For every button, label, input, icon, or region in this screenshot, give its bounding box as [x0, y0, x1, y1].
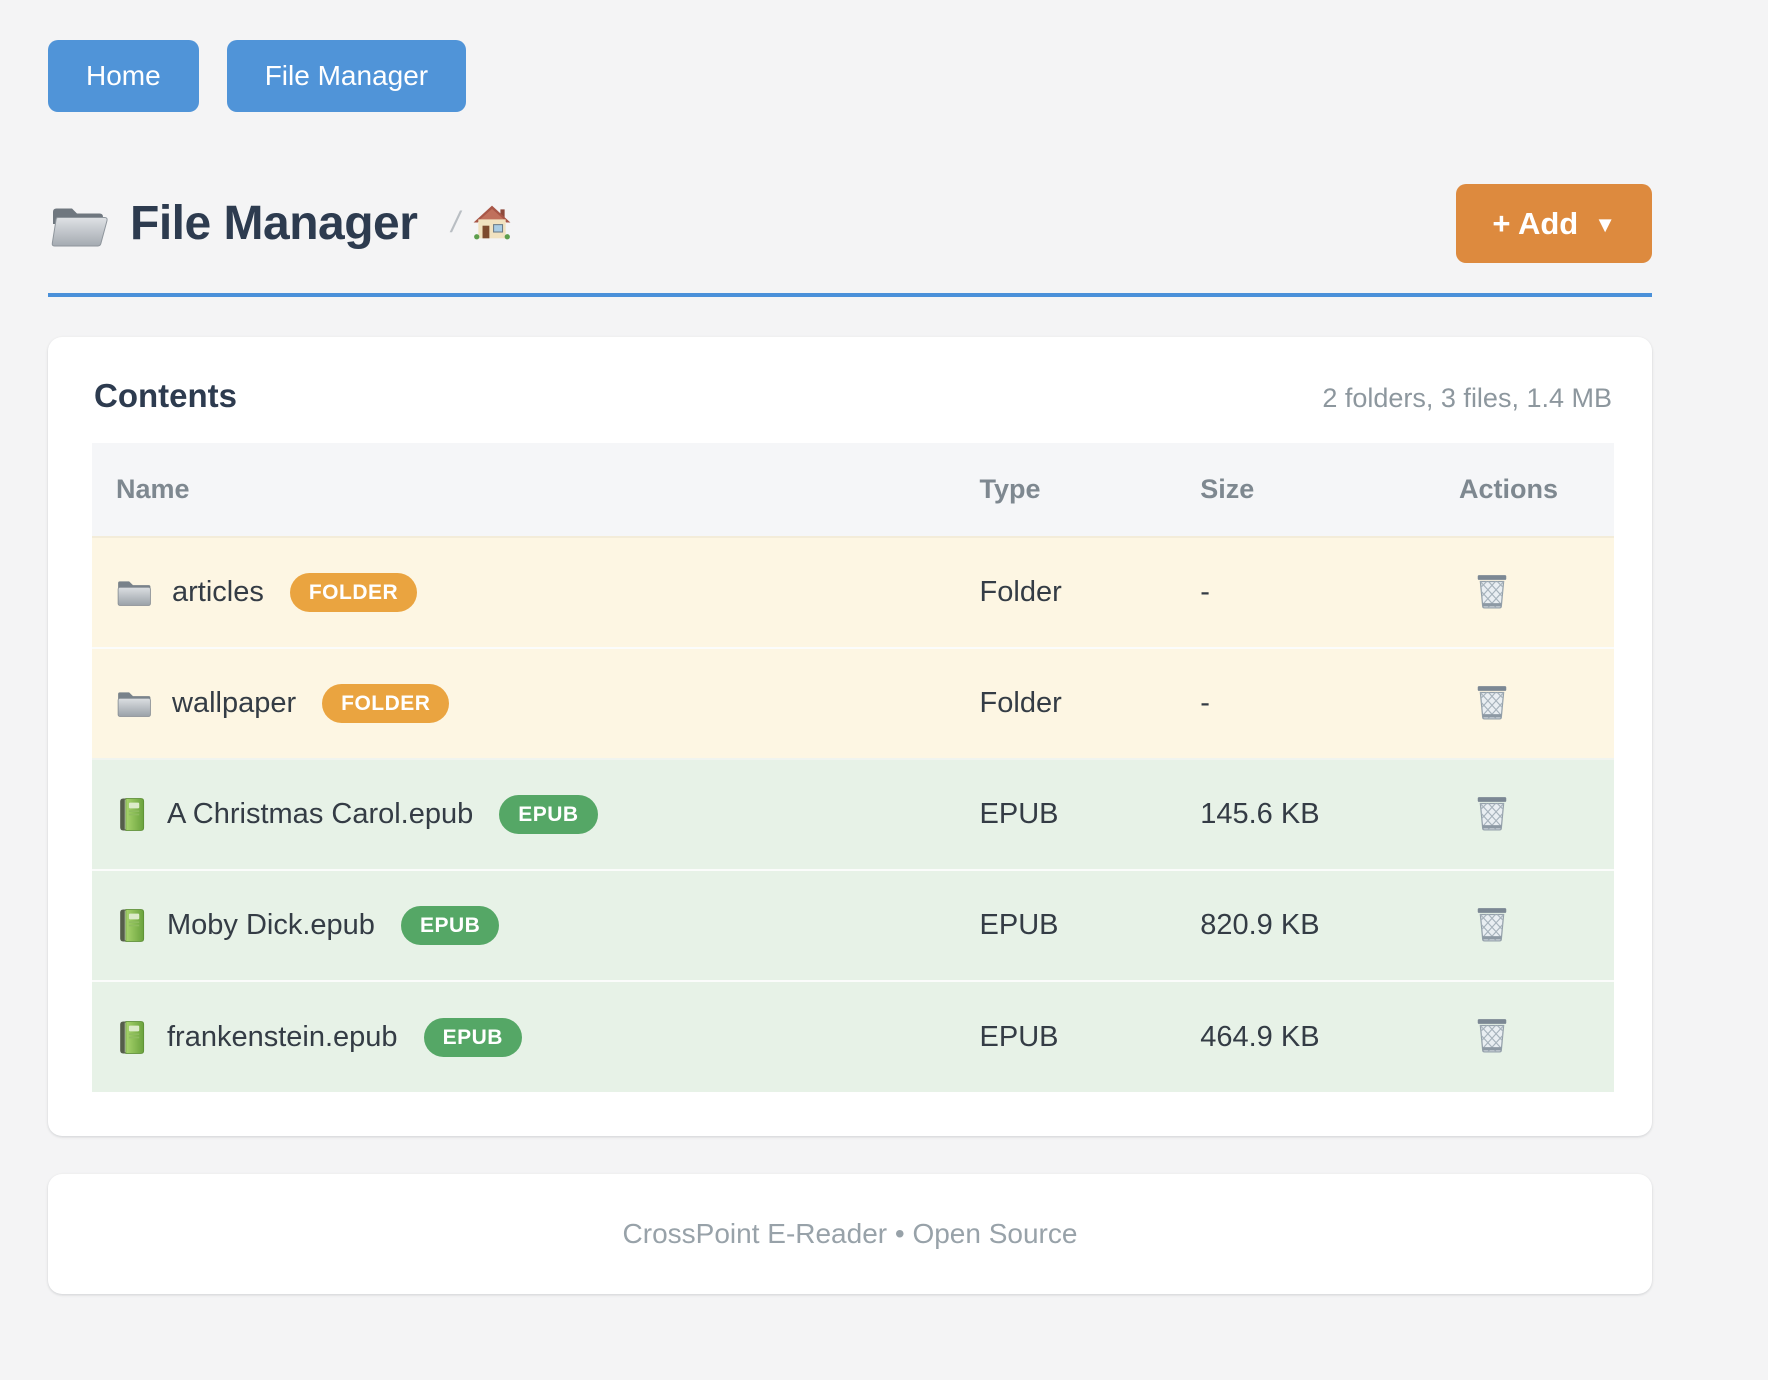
column-header-actions: Actions	[1439, 443, 1614, 537]
entry-type-badge: FOLDER	[322, 684, 449, 723]
footer-text: CrossPoint E-Reader • Open Source	[623, 1218, 1078, 1249]
file-table-head: Name Type Size Actions	[92, 443, 1614, 537]
title-wrap: File Manager /	[48, 196, 512, 251]
breadcrumb: /	[451, 204, 511, 244]
entry-name: frankenstein.epub	[167, 1021, 398, 1054]
trash-icon	[1475, 709, 1509, 724]
folder-open-icon	[48, 197, 110, 251]
entry-link[interactable]: frankenstein.epub EPUB	[116, 1018, 940, 1057]
entry-type-badge: EPUB	[499, 795, 597, 834]
delete-button[interactable]	[1471, 901, 1513, 947]
caret-down-icon: ▼	[1594, 214, 1616, 236]
entry-name: wallpaper	[172, 687, 296, 720]
delete-button[interactable]	[1471, 790, 1513, 836]
book-icon	[116, 908, 147, 943]
entry-name: A Christmas Carol.epub	[167, 798, 473, 831]
entry-link[interactable]: A Christmas Carol.epub EPUB	[116, 795, 940, 834]
size-cell: -	[1180, 648, 1439, 759]
entry-type-badge: EPUB	[424, 1018, 522, 1057]
entry-name: articles	[172, 576, 264, 609]
table-row: frankenstein.epub EPUB EPUB 464.9 KB	[92, 981, 1614, 1092]
type-cell: EPUB	[960, 759, 1181, 870]
home-nav-button[interactable]: Home	[48, 40, 199, 112]
name-cell: wallpaper FOLDER	[92, 648, 960, 759]
trash-icon	[1475, 1042, 1509, 1057]
file-manager-nav-button[interactable]: File Manager	[227, 40, 466, 112]
contents-title: Contents	[94, 377, 237, 415]
folder-icon	[116, 689, 152, 719]
entry-name: Moby Dick.epub	[167, 909, 375, 942]
contents-card-header: Contents 2 folders, 3 files, 1.4 MB	[92, 377, 1614, 443]
footer-card: CrossPoint E-Reader • Open Source	[48, 1174, 1652, 1294]
table-row: A Christmas Carol.epub EPUB EPUB 145.6 K…	[92, 759, 1614, 870]
book-icon	[116, 1020, 147, 1055]
table-body: articles FOLDER Folder -	[92, 537, 1614, 1092]
column-header-size: Size	[1180, 443, 1439, 537]
trash-icon	[1475, 820, 1509, 835]
actions-cell	[1439, 648, 1614, 759]
type-cell: EPUB	[960, 870, 1181, 981]
column-header-type: Type	[960, 443, 1181, 537]
actions-cell	[1439, 981, 1614, 1092]
name-cell: articles FOLDER	[92, 537, 960, 648]
type-cell: EPUB	[960, 981, 1181, 1092]
actions-cell	[1439, 537, 1614, 648]
actions-cell	[1439, 870, 1614, 981]
entry-link[interactable]: Moby Dick.epub EPUB	[116, 906, 940, 945]
page: Home File Manager File Manager /	[48, 0, 1652, 1294]
delete-button[interactable]	[1471, 679, 1513, 725]
file-table: Name Type Size Actions articles FOLDER F…	[92, 443, 1614, 1092]
table-row: Moby Dick.epub EPUB EPUB 820.9 KB	[92, 870, 1614, 981]
add-button[interactable]: + Add ▼	[1456, 184, 1652, 263]
page-title: File Manager	[130, 196, 417, 251]
entry-link[interactable]: articles FOLDER	[116, 573, 940, 612]
page-header: File Manager / + A	[48, 184, 1652, 263]
folder-icon	[116, 578, 152, 608]
breadcrumb-separator: /	[451, 206, 459, 240]
delete-button[interactable]	[1471, 1012, 1513, 1058]
add-button-label: + Add	[1492, 208, 1578, 239]
name-cell: A Christmas Carol.epub EPUB	[92, 759, 960, 870]
name-cell: frankenstein.epub EPUB	[92, 981, 960, 1092]
column-header-name: Name	[92, 443, 960, 537]
house-icon[interactable]	[472, 204, 512, 240]
book-icon	[116, 797, 147, 832]
type-cell: Folder	[960, 648, 1181, 759]
contents-summary: 2 folders, 3 files, 1.4 MB	[1322, 383, 1612, 414]
size-cell: 464.9 KB	[1180, 981, 1439, 1092]
entry-type-badge: FOLDER	[290, 573, 417, 612]
size-cell: 820.9 KB	[1180, 870, 1439, 981]
entry-link[interactable]: wallpaper FOLDER	[116, 684, 940, 723]
type-cell: Folder	[960, 537, 1181, 648]
table-row: wallpaper FOLDER Folder -	[92, 648, 1614, 759]
delete-button[interactable]	[1471, 568, 1513, 614]
table-row: articles FOLDER Folder -	[92, 537, 1614, 648]
name-cell: Moby Dick.epub EPUB	[92, 870, 960, 981]
entry-type-badge: EPUB	[401, 906, 499, 945]
trash-icon	[1475, 931, 1509, 946]
contents-card: Contents 2 folders, 3 files, 1.4 MB Name…	[48, 337, 1652, 1136]
size-cell: 145.6 KB	[1180, 759, 1439, 870]
header-divider	[48, 293, 1652, 297]
actions-cell	[1439, 759, 1614, 870]
top-nav: Home File Manager	[48, 40, 1652, 112]
size-cell: -	[1180, 537, 1439, 648]
trash-icon	[1475, 598, 1509, 613]
